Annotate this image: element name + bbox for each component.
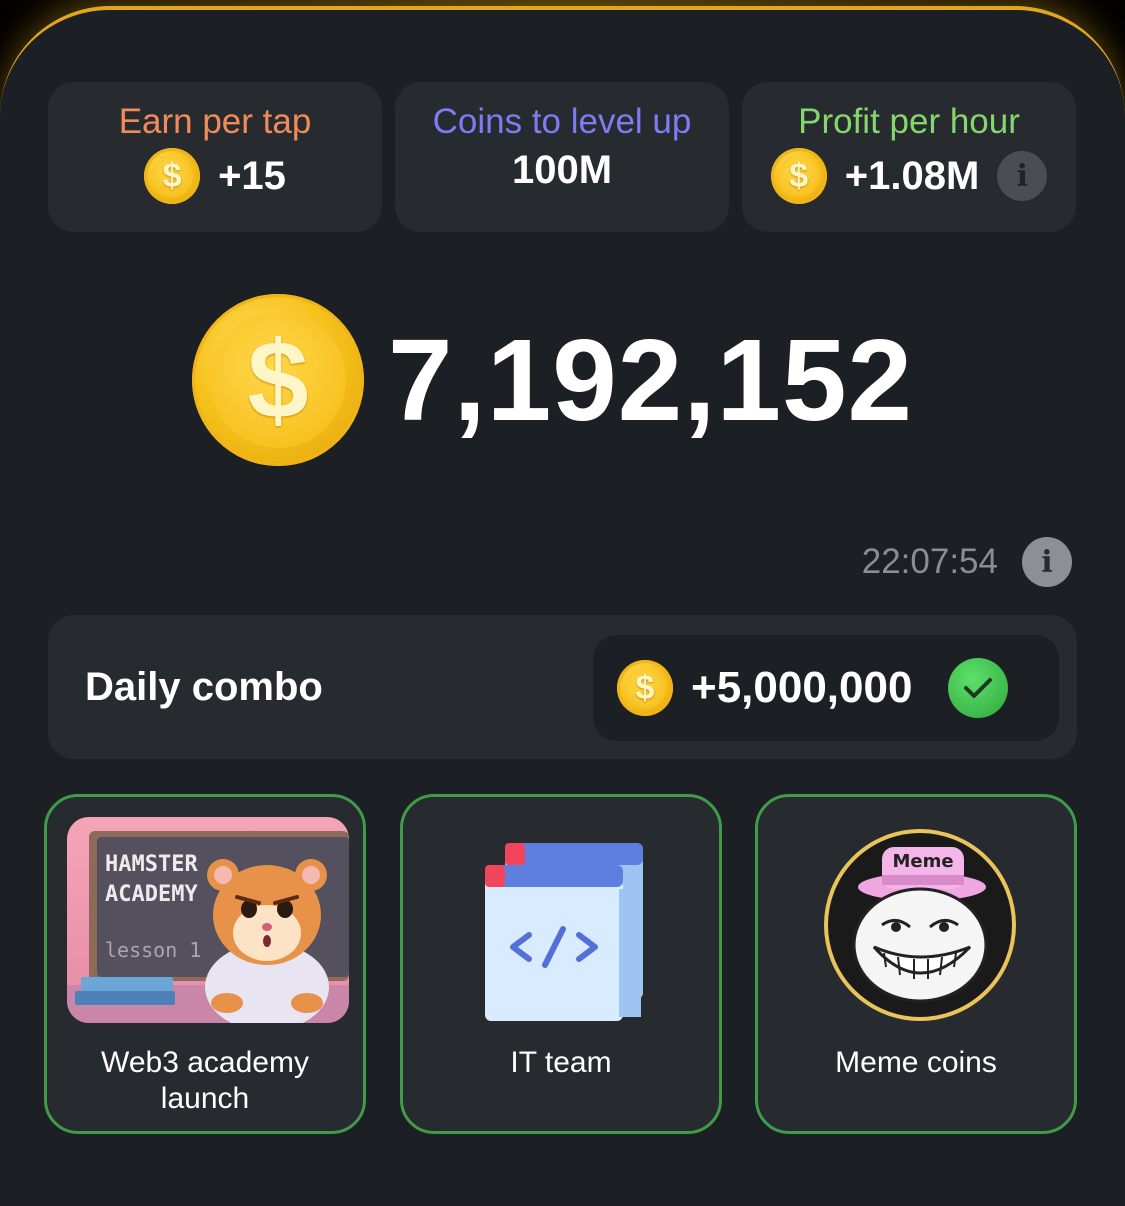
meme-coins-image: Meme — [778, 817, 1060, 1023]
earn-per-tap-label: Earn per tap — [118, 102, 312, 141]
checkmark-icon — [948, 658, 1009, 718]
earn-per-tap-card[interactable]: Earn per tap $ +15 — [48, 82, 382, 232]
timer-row: 22:07:54 i — [862, 537, 1072, 587]
timer-info-icon[interactable]: i — [1022, 537, 1072, 587]
balance-display: $ 7,192,152 — [192, 294, 913, 466]
balance-value: 7,192,152 — [388, 315, 914, 445]
board-text-academy: ACADEMY — [105, 882, 198, 907]
coins-to-level-card[interactable]: Coins to level up 100M — [395, 82, 729, 232]
it-team-image — [423, 817, 705, 1023]
daily-combo-reward-value: +5,000,000 — [691, 663, 913, 712]
card-label-web3-academy: Web3 academy launch — [101, 1046, 309, 1115]
board-text-hamster: HAMSTER — [105, 852, 198, 877]
hamster-academy-image: HAMSTER ACADEMY lesson 1 — [67, 817, 349, 1023]
earn-per-tap-value: +15 — [218, 153, 286, 198]
combo-card-it-team[interactable]: IT team — [400, 794, 722, 1134]
code-window-icon — [485, 843, 643, 1021]
combo-card-meme-coins[interactable]: Meme Meme coins — [755, 794, 1077, 1134]
hat-text: Meme — [892, 851, 953, 872]
card-label-it-team: IT team — [510, 1046, 612, 1079]
coins-to-level-label: Coins to level up — [432, 102, 692, 141]
card-label-meme-coins: Meme coins — [835, 1046, 997, 1079]
coin-icon: $ — [617, 660, 673, 716]
daily-combo-title: Daily combo — [85, 665, 323, 709]
combo-card-web3-academy[interactable]: HAMSTER ACADEMY lesson 1 Web3 academy la… — [44, 794, 366, 1134]
daily-combo-reward: $ +5,000,000 — [593, 635, 1059, 741]
board-text-lesson: lesson 1 — [105, 938, 201, 962]
coin-icon: $ — [144, 148, 201, 204]
coin-icon: $ — [770, 148, 827, 204]
profit-per-hour-value: +1.08M — [844, 153, 980, 198]
countdown-timer: 22:07:54 — [861, 542, 998, 581]
daily-combo-bar[interactable]: Daily combo $ +5,000,000 — [48, 615, 1077, 759]
main-panel: Earn per tap $ +15 Coins to level up 100… — [0, 6, 1125, 1206]
profit-info-icon[interactable]: i — [997, 151, 1048, 201]
profit-per-hour-card[interactable]: Profit per hour $ +1.08M i — [742, 82, 1076, 232]
app-background: Earn per tap $ +15 Coins to level up 100… — [0, 0, 1125, 1206]
coins-to-level-value: 100M — [511, 148, 613, 192]
profit-per-hour-label: Profit per hour — [798, 102, 1020, 141]
large-coin-icon: $ — [192, 294, 364, 466]
